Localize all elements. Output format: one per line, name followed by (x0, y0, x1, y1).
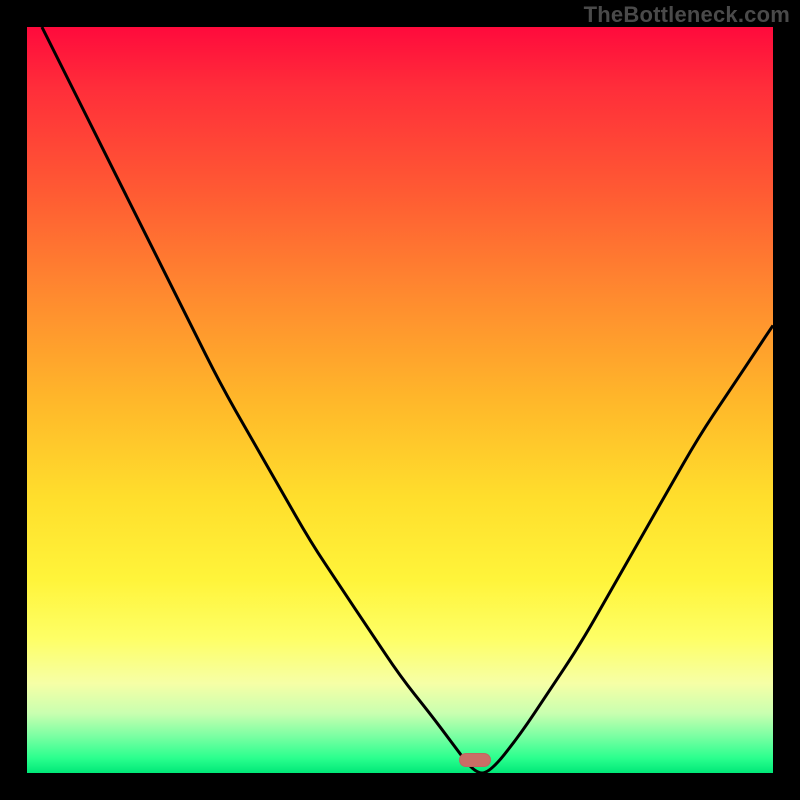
chart-frame: TheBottleneck.com (0, 0, 800, 800)
plot-area (27, 27, 773, 773)
curve-path (42, 27, 773, 773)
watermark-text: TheBottleneck.com (584, 2, 790, 28)
bottleneck-curve (27, 27, 773, 773)
optimal-point-marker (459, 753, 491, 767)
